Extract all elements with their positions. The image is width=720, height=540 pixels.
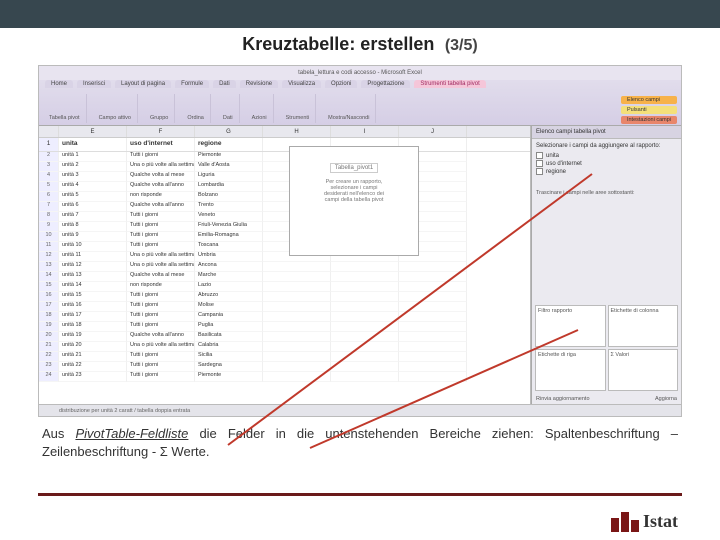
- table-row: 11unità 10Tutti i giorniToscana: [39, 242, 530, 252]
- data-rows: 2unità 1Tutti i giorniPiemonte3unità 2Un…: [39, 152, 530, 382]
- checkbox-icon[interactable]: [536, 168, 543, 175]
- field-list-pane[interactable]: Elenco campi tabella pivot Selezionare i…: [531, 126, 681, 404]
- btn-fieldlist[interactable]: Elenco campi: [621, 96, 677, 104]
- field-drag-label: Trascinare i campi nelle aree sottostant…: [532, 188, 681, 198]
- pivot-title: Tabella_pivot1: [330, 163, 378, 173]
- tab-design[interactable]: Progettazione: [361, 80, 410, 88]
- rgroup-7: Mostra/Nascondi: [322, 94, 376, 123]
- ribbon-groups: Tabella pivot Campo attivo Gruppo Ordina…: [43, 94, 677, 123]
- table-row: 13unità 12Una o più volte alla settimana…: [39, 262, 530, 272]
- table-row: 8unità 7Tutti i giorniVeneto: [39, 212, 530, 222]
- zone-filter[interactable]: Filtro rapporto: [535, 305, 606, 347]
- table-row: 22unità 21Tutti i giorniSicilia: [39, 352, 530, 362]
- checkbox-icon[interactable]: [536, 152, 543, 159]
- table-row: 24unità 23Tutti i giorniPiemonte: [39, 372, 530, 382]
- excel-screenshot: tabela_lettura e codi accesso - Microsof…: [38, 65, 682, 417]
- slide-subtitle: (3/5): [445, 37, 478, 54]
- tab-data[interactable]: Dati: [213, 80, 236, 88]
- zone-values[interactable]: Σ Valori: [608, 349, 679, 391]
- checkbox-icon[interactable]: [536, 160, 543, 167]
- rgroup-3: Ordina: [181, 94, 211, 123]
- bottom-rule: [38, 493, 682, 496]
- table-row: 23unità 22Tutti i giorniSardegna: [39, 362, 530, 372]
- field-pane-header: Elenco campi tabella pivot: [532, 126, 681, 139]
- zone-rows[interactable]: Etichette di riga: [535, 349, 606, 391]
- table-row: 3unità 2Una o più volte alla settimanaVa…: [39, 162, 530, 172]
- table-row: 14unità 13Qualche volta al meseMarche: [39, 272, 530, 282]
- btn-buttons[interactable]: Pulsanti: [621, 106, 677, 114]
- window-title: tabela_lettura e codi accesso - Microsof…: [39, 66, 681, 80]
- table-row: 6unità 5non rispondeBolzano: [39, 192, 530, 202]
- slide-title: Kreuztabelle: erstellen: [242, 34, 434, 54]
- field-item-1[interactable]: uso d'internet: [536, 160, 677, 167]
- caption-keyword: PivotTable-Feldliste: [75, 426, 188, 441]
- logo-bars-icon: [611, 512, 639, 532]
- ribbon-right-buttons: Elenco campi Pulsanti Intestazioni campi: [621, 96, 677, 124]
- field-pane-footer: Rinvia aggiornamento Aggiorna: [532, 394, 681, 404]
- zone-columns[interactable]: Etichette di colonna: [608, 305, 679, 347]
- tab-layout[interactable]: Layout di pagina: [115, 80, 171, 88]
- sheet-tabs[interactable]: distribuzione per unità 2 caratt / tabel…: [39, 404, 681, 416]
- field-instruction: Selezionare i campi da aggiungere al rap…: [536, 143, 677, 149]
- table-row: 21unità 20Una o più volte alla settimana…: [39, 342, 530, 352]
- field-item-2[interactable]: regione: [536, 168, 677, 175]
- table-row: 15unità 14non rispondeLazio: [39, 282, 530, 292]
- column-headers: EFGHIJ: [39, 126, 530, 138]
- tab-pivot-tools[interactable]: Strumenti tabella pivot: [414, 80, 485, 88]
- logo-text: Istat: [643, 511, 678, 532]
- tab-options[interactable]: Opzioni: [325, 80, 357, 88]
- tab-review[interactable]: Revisione: [240, 80, 278, 88]
- table-row: 9unità 8Tutti i giorniFriuli-Venezia Giu…: [39, 222, 530, 232]
- btn-headers[interactable]: Intestazioni campi: [621, 116, 677, 124]
- istat-logo: Istat: [611, 511, 678, 532]
- rgroup-2: Gruppo: [144, 94, 175, 123]
- table-row: 2unità 1Tutti i giorniPiemonte: [39, 152, 530, 162]
- table-row: 7unità 6Qualche volta all'annoTrento: [39, 202, 530, 212]
- tab-home[interactable]: Home: [45, 80, 73, 88]
- table-row: 10unità 9Tutti i giorniEmilia-Romagna: [39, 232, 530, 242]
- rgroup-0: Tabella pivot: [43, 94, 87, 123]
- table-row: 12unità 11Una o più volte alla settimana…: [39, 252, 530, 262]
- tab-formulas[interactable]: Formule: [175, 80, 209, 88]
- table-row: 20unità 19Qualche volta all'annoBasilica…: [39, 332, 530, 342]
- worksheet[interactable]: EFGHIJ 1unitauso d'internetregione 2unit…: [39, 126, 531, 404]
- field-pane-list: Selezionare i campi da aggiungere al rap…: [532, 139, 681, 180]
- field-item-0[interactable]: unita: [536, 152, 677, 159]
- header-row: 1unitauso d'internetregione: [39, 138, 530, 152]
- field-drop-zones: Filtro rapporto Etichette di colonna Eti…: [532, 302, 681, 394]
- caption-prefix: Aus: [42, 426, 75, 441]
- ribbon: tabela_lettura e codi accesso - Microsof…: [39, 66, 681, 126]
- rgroup-4: Dati: [217, 94, 240, 123]
- ribbon-tabs: Home Inserisci Layout di pagina Formule …: [45, 80, 486, 88]
- table-row: 5unità 4Qualche volta all'annoLombardia: [39, 182, 530, 192]
- rgroup-6: Strumenti: [280, 94, 317, 123]
- tab-insert[interactable]: Inserisci: [77, 80, 111, 88]
- tab-view[interactable]: Visualizza: [282, 80, 321, 88]
- slide-header-bar: [0, 0, 720, 28]
- pivot-placeholder[interactable]: Tabella_pivot1 Per creare un rapporto, s…: [289, 146, 419, 256]
- slide-title-row: Kreuztabelle: erstellen (3/5): [0, 28, 720, 59]
- table-row: 18unità 17Tutti i giorniCampania: [39, 312, 530, 322]
- table-row: 17unità 16Tutti i giorniMolise: [39, 302, 530, 312]
- table-row: 4unità 3Qualche volta al meseLiguria: [39, 172, 530, 182]
- table-row: 16unità 15Tutti i giorniAbruzzo: [39, 292, 530, 302]
- table-row: 19unità 18Tutti i giorniPuglia: [39, 322, 530, 332]
- slide-caption: Aus PivotTable-Feldliste die Felder in d…: [42, 425, 678, 461]
- rgroup-5: Azioni: [246, 94, 274, 123]
- content-area: EFGHIJ 1unitauso d'internetregione 2unit…: [39, 126, 681, 404]
- rgroup-1: Campo attivo: [93, 94, 138, 123]
